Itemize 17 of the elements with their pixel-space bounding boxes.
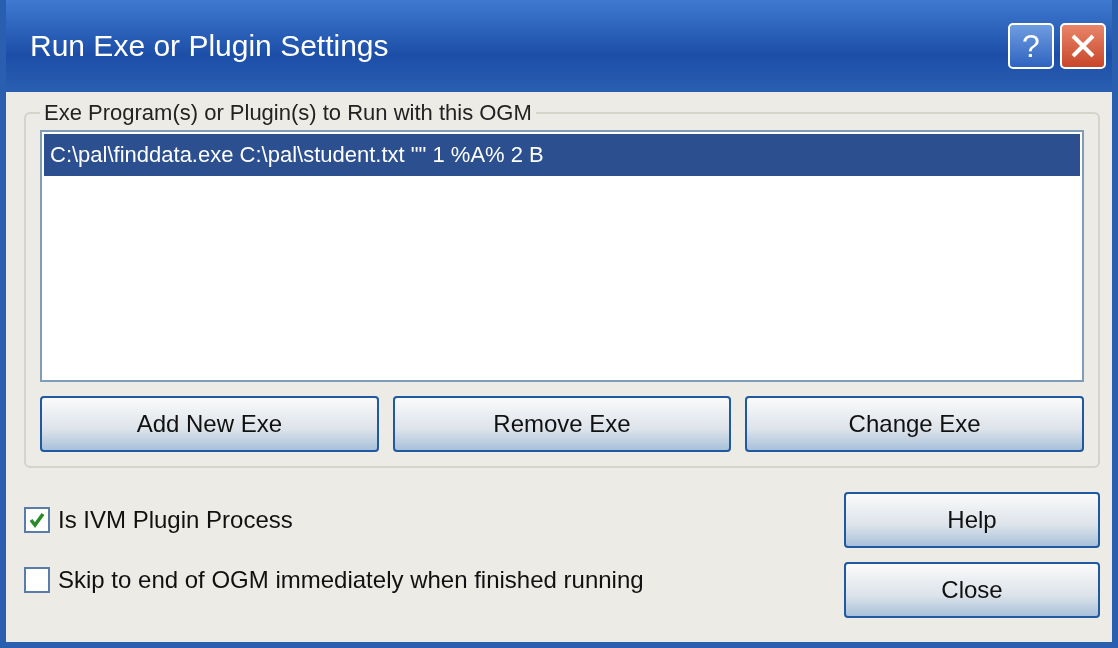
dialog-button[interactable]: Close <box>844 562 1100 618</box>
close-button[interactable] <box>1060 23 1106 69</box>
checkbox[interactable] <box>24 567 50 593</box>
window-title: Run Exe or Plugin Settings <box>30 29 390 63</box>
action-button[interactable]: Add New Exe <box>40 396 379 452</box>
checkmark-icon <box>28 511 46 529</box>
dialog-button[interactable]: Help <box>844 492 1100 548</box>
checkbox[interactable] <box>24 507 50 533</box>
close-icon <box>1069 32 1097 60</box>
list-item[interactable]: C:\pal\finddata.exe C:\pal\student.txt "" 1 %A% 2 B <box>44 134 1080 176</box>
group-label: Exe Program(s) or Plugin(s) to Run with this OGM <box>43 100 533 126</box>
action-button[interactable]: Change Exe <box>745 396 1084 452</box>
checkbox-label: Skip to end of OGM immediately when finished running <box>58 566 644 594</box>
checkbox-label: Is IVM Plugin Process <box>58 506 293 534</box>
list-box[interactable]: C:\pal\finddata.exe C:\pal\student.txt "" 1 %A% 2 B <box>40 130 1084 382</box>
action-button[interactable]: Remove Exe <box>392 396 732 452</box>
help-button[interactable]: ? <box>1008 23 1054 69</box>
